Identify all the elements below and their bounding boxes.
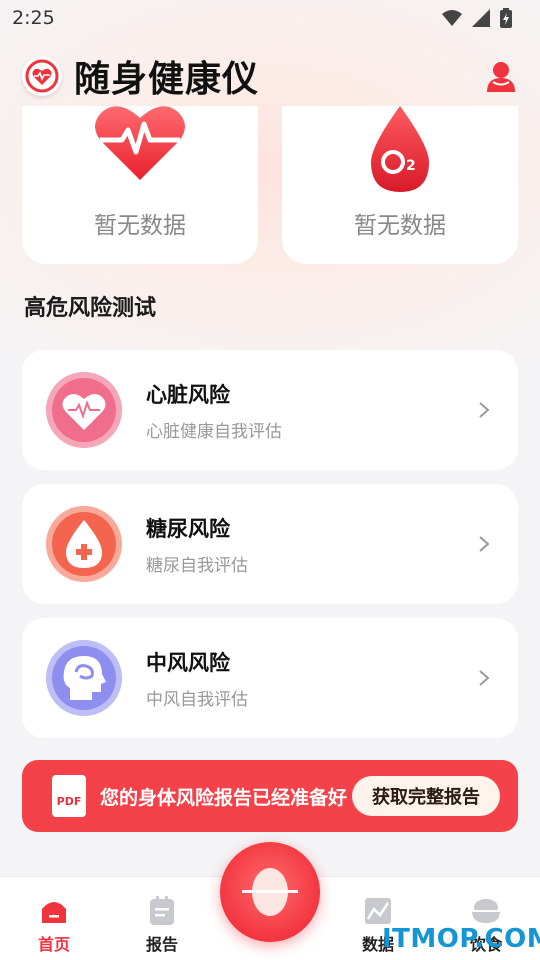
report-icon: [146, 895, 178, 927]
stroke-risk-icon: [46, 640, 122, 716]
watermark: ITMOP.COM: [382, 924, 540, 954]
banner-text: 您的身体风险报告已经准备好: [100, 786, 348, 809]
heart-logo-icon: [25, 59, 59, 93]
heart-rate-card[interactable]: 暂无数据: [22, 106, 258, 264]
tab-label: 首页: [37, 935, 70, 954]
profile-button[interactable]: [484, 59, 518, 93]
face-scan-button[interactable]: [220, 842, 320, 942]
face-scan-icon: [242, 868, 298, 916]
status-bar: 2:25: [0, 0, 540, 36]
chevron-right-icon: [474, 534, 494, 554]
blood-oxygen-value: 暂无数据: [354, 213, 446, 239]
bowl-icon: [470, 895, 502, 927]
chevron-right-icon: [474, 668, 494, 688]
tab-home[interactable]: 首页: [0, 877, 108, 960]
data-chart-icon: [362, 895, 394, 927]
svg-text:2: 2: [406, 158, 416, 174]
status-time: 2:25: [12, 7, 55, 29]
blood-oxygen-card[interactable]: 2 暂无数据: [282, 106, 518, 264]
metrics-row: 暂无数据 2 暂无数据: [22, 106, 518, 264]
risk-card-diabetes[interactable]: 糖尿风险 糖尿自我评估: [22, 484, 518, 604]
risk-text: 中风风险 中风自我评估: [146, 647, 248, 710]
report-banner[interactable]: PDF 您的身体风险报告已经准备好 获取完整报告: [22, 760, 518, 832]
user-icon: [487, 62, 515, 92]
chevron-right-icon: [474, 400, 494, 420]
section-title: 高危风险测试: [24, 296, 157, 321]
risk-card-heart[interactable]: 心脏风险 心脏健康自我评估: [22, 350, 518, 470]
risk-text: 糖尿风险 糖尿自我评估: [146, 513, 248, 576]
wifi-icon: [442, 10, 462, 26]
heart-rate-value: 暂无数据: [94, 213, 186, 239]
tab-report[interactable]: 报告: [108, 877, 216, 960]
status-icons: [442, 8, 512, 28]
app-logo: [22, 56, 62, 96]
home-icon: [38, 895, 70, 927]
tab-label: 报告: [145, 935, 178, 954]
pdf-icon: PDF: [52, 775, 86, 817]
pdf-label: PDF: [56, 795, 82, 808]
battery-icon: [500, 8, 512, 28]
risk-card-stroke[interactable]: 中风风险 中风自我评估: [22, 618, 518, 738]
risk-desc: 糖尿自我评估: [146, 555, 248, 576]
risk-name: 糖尿风险: [146, 516, 230, 541]
heart-risk-icon: [46, 372, 122, 448]
blood-oxygen-icon: 2: [365, 106, 435, 198]
risk-desc: 中风自我评估: [146, 689, 248, 710]
app-header: 随身健康仪: [0, 46, 540, 106]
heart-rate-icon: [92, 106, 188, 198]
get-full-report-button[interactable]: 获取完整报告: [352, 776, 500, 816]
risk-name: 中风风险: [146, 650, 230, 675]
app-title: 随身健康仪: [74, 59, 260, 100]
signal-icon: [472, 9, 490, 27]
risk-text: 心脏风险 心脏健康自我评估: [146, 379, 282, 442]
risk-name: 心脏风险: [146, 382, 230, 407]
risk-desc: 心脏健康自我评估: [146, 421, 282, 442]
diabetes-risk-icon: [46, 506, 122, 582]
